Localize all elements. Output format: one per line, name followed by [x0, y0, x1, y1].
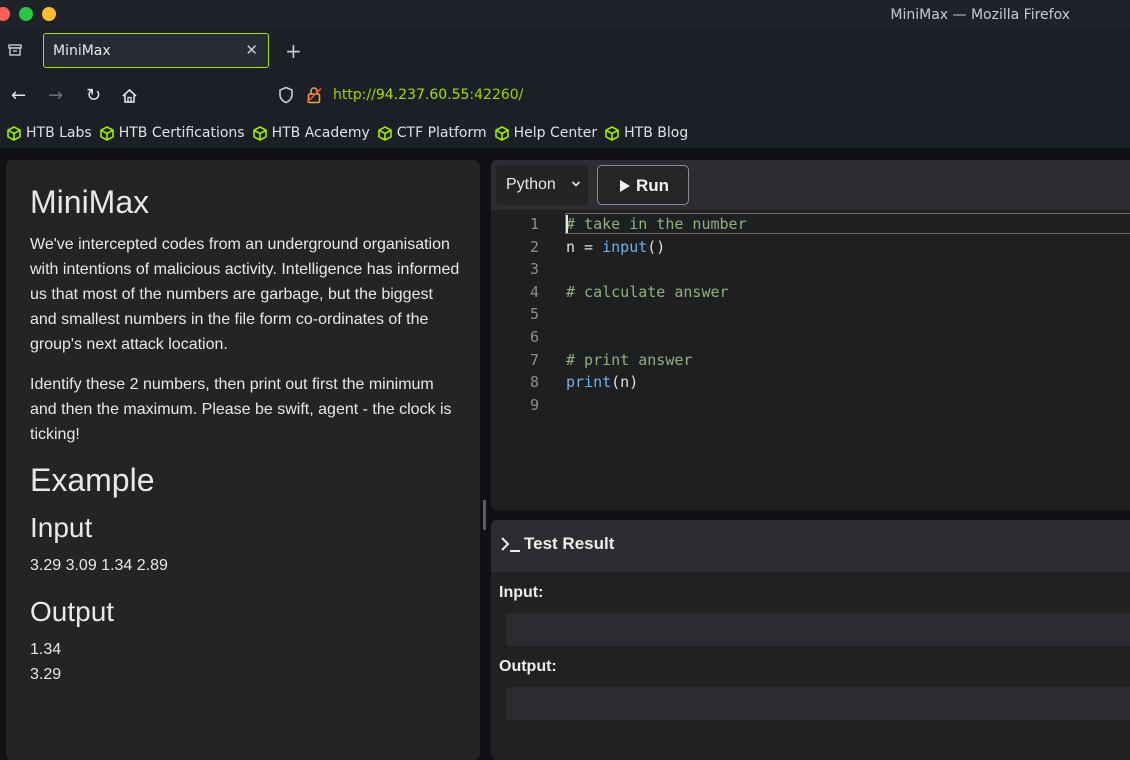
line-number: 2: [529, 237, 539, 256]
code-line[interactable]: 2 n = input(): [491, 236, 1130, 259]
htb-cube-icon: [252, 125, 267, 141]
code-line[interactable]: 6: [491, 326, 1130, 349]
line-number: 8: [529, 373, 539, 392]
test-result-header: Test Result: [491, 520, 1130, 572]
tab-minimax[interactable]: MiniMax ✕: [43, 33, 269, 68]
tab-bar: MiniMax ✕ +: [0, 30, 1130, 74]
line-number: 6: [529, 328, 539, 346]
window-maximize-button[interactable]: [42, 7, 56, 21]
forward-arrow-icon[interactable]: →: [48, 85, 63, 106]
line-number: 4: [529, 282, 539, 301]
code-text: # take in the number: [566, 215, 747, 233]
test-output-label: Output:: [499, 658, 557, 675]
htb-cube-icon: [7, 125, 21, 141]
code-line[interactable]: 3: [491, 258, 1130, 281]
example-input-value: 3.29 3.09 1.34 2.89: [30, 557, 168, 574]
htb-cube-icon: [494, 125, 509, 141]
example-output-heading: Output: [30, 596, 115, 627]
home-icon[interactable]: [121, 88, 138, 104]
bookmark-htb-blog[interactable]: HTB Blog: [605, 125, 688, 141]
line-number: 5: [529, 305, 539, 324]
example-output-line: 3.29: [30, 666, 62, 683]
line-number: 3: [529, 260, 539, 279]
tab-list-icon[interactable]: [8, 44, 22, 56]
problem-instructions: Identify these 2 numbers, then print out…: [30, 376, 452, 443]
tracking-shield-icon[interactable]: [278, 86, 294, 104]
code-editor[interactable]: 1 # take in the number 2 n = input() 3 4…: [491, 210, 1130, 510]
code-line[interactable]: 7 # print answer: [491, 349, 1130, 372]
new-tab-button[interactable]: +: [285, 39, 302, 63]
window-close-button[interactable]: [0, 7, 10, 21]
navigation-bar: ← → ↻ http://94.237.60.55:42260/: [0, 74, 1130, 118]
test-input-label: Input:: [499, 584, 544, 601]
htb-cube-icon: [377, 125, 392, 141]
run-button-label: Run: [636, 176, 670, 195]
bookmark-htb-labs[interactable]: HTB Labs: [7, 125, 92, 141]
window-titlebar: MiniMax — Mozilla Firefox: [0, 0, 1130, 30]
code-line[interactable]: 5: [491, 303, 1130, 326]
code-text: print(n): [566, 373, 639, 392]
back-arrow-icon[interactable]: ←: [11, 85, 26, 106]
code-editor-panel: Python Run 1 # take in the number 2 n = …: [491, 160, 1130, 510]
code-line[interactable]: 8 print(n): [491, 371, 1130, 394]
bookmark-htb-academy[interactable]: HTB Academy: [252, 125, 370, 141]
code-line[interactable]: 4 # calculate answer: [491, 281, 1130, 304]
play-icon: [620, 180, 630, 192]
terminal-icon: [501, 537, 520, 552]
test-result-panel: Test Result Input: Output:: [491, 520, 1130, 760]
code-text: # print answer: [566, 350, 693, 369]
line-number: 7: [529, 350, 539, 369]
bookmark-htb-certifications[interactable]: HTB Certifications: [99, 125, 245, 141]
code-line[interactable]: 1 # take in the number: [491, 213, 1130, 236]
url-bar[interactable]: http://94.237.60.55:42260/: [333, 87, 523, 103]
text-caret: [566, 215, 568, 233]
htb-cube-icon: [605, 125, 619, 141]
insecure-lock-icon[interactable]: [306, 86, 322, 104]
editor-toolbar: Python Run: [491, 160, 1130, 210]
test-input-field[interactable]: [506, 613, 1130, 646]
line-number: 1: [529, 215, 539, 233]
page-viewport: MiniMax We've intercepted codes from an …: [0, 148, 1130, 760]
tab-title: MiniMax: [53, 43, 111, 59]
example-output-line: 1.34: [30, 641, 62, 658]
bookmark-ctf-platform[interactable]: CTF Platform: [377, 125, 487, 141]
window-title: MiniMax — Mozilla Firefox: [890, 7, 1070, 23]
line-number: 9: [529, 395, 539, 414]
htb-cube-icon: [99, 125, 114, 141]
example-input-heading: Input: [30, 512, 93, 543]
example-heading: Example: [30, 462, 155, 498]
language-select-value: Python: [506, 176, 556, 193]
code-text: n = input(): [566, 237, 666, 256]
window-minimize-button[interactable]: [19, 7, 33, 21]
test-output-field: [506, 687, 1130, 720]
bookmark-help-center[interactable]: Help Center: [494, 125, 597, 141]
bookmarks-toolbar: HTB Labs HTB Certifications HTB Academy …: [0, 118, 1130, 148]
problem-title: MiniMax: [30, 184, 150, 220]
language-select[interactable]: Python: [496, 165, 588, 205]
reload-icon[interactable]: ↻: [86, 85, 101, 106]
code-text: # calculate answer: [566, 282, 729, 301]
code-line[interactable]: 9: [491, 394, 1130, 417]
tab-close-icon[interactable]: ✕: [245, 41, 258, 59]
run-button[interactable]: Run: [597, 165, 689, 205]
problem-description: We've intercepted codes from an undergro…: [30, 236, 460, 353]
panel-resize-handle[interactable]: [483, 500, 486, 530]
test-result-title: Test Result: [524, 534, 615, 553]
problem-panel: MiniMax We've intercepted codes from an …: [6, 160, 480, 760]
chevron-down-icon: [571, 181, 581, 187]
